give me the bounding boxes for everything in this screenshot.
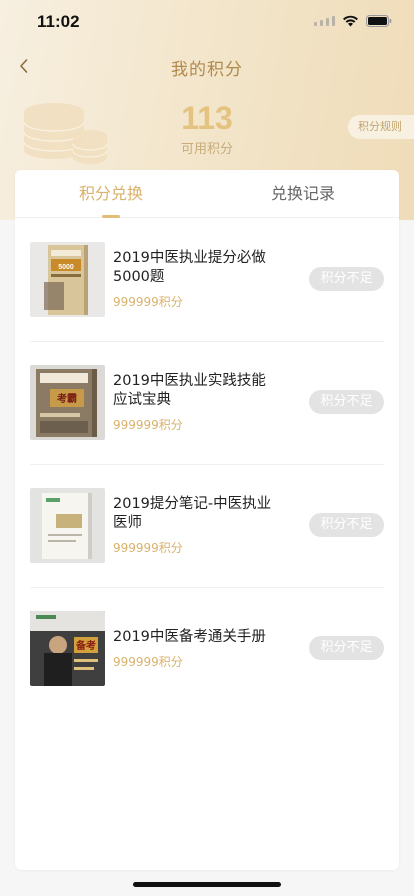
points-label: 可用积分 xyxy=(180,142,233,157)
home-indicator xyxy=(133,882,281,887)
navigation-bar: 我的积分 xyxy=(0,44,414,88)
book-cover-image: 备考 xyxy=(30,611,105,686)
list-item[interactable]: 2019提分笔记-中医执业医师 999999积分 积分不足 xyxy=(15,464,399,587)
item-points: 999999积分 xyxy=(113,541,183,555)
signal-icon xyxy=(314,16,335,26)
status-icons xyxy=(314,15,392,27)
book-cover-image: 考霸 xyxy=(30,365,105,440)
item-points: 999999积分 xyxy=(113,295,183,309)
list-item[interactable]: 5000 2019中医执业提分必做5000题 999999积分 积分不足 xyxy=(15,218,399,341)
tab-label: 积分兑换 xyxy=(78,184,143,203)
status-time: 11:02 xyxy=(37,12,80,31)
item-points: 999999积分 xyxy=(113,418,183,432)
status-bar: 11:02 xyxy=(0,0,414,44)
insufficient-points-button[interactable]: 积分不足 xyxy=(309,267,384,291)
tab-points-exchange[interactable]: 积分兑换 xyxy=(15,170,207,218)
svg-text:考霸: 考霸 xyxy=(57,392,77,405)
product-list: 5000 2019中医执业提分必做5000题 999999积分 积分不足 考霸 xyxy=(15,218,399,710)
page-title: 我的积分 xyxy=(171,60,243,80)
content-card: 积分兑换 兑换记录 5000 2019中医执业提分必做5000题 999999积… xyxy=(15,170,399,870)
tab-label: 兑换记录 xyxy=(270,184,335,203)
tab-exchange-records[interactable]: 兑换记录 xyxy=(207,170,399,217)
wifi-icon xyxy=(342,15,359,27)
list-item[interactable]: 备考 2019中医备考通关手册 999999积分 积分不足 xyxy=(15,587,399,710)
svg-text:备考: 备考 xyxy=(75,639,96,652)
insufficient-points-button[interactable]: 积分不足 xyxy=(309,513,384,537)
tab-bar: 积分兑换 兑换记录 xyxy=(15,170,399,218)
item-points: 999999积分 xyxy=(113,655,183,669)
battery-icon xyxy=(366,15,392,27)
insufficient-points-button[interactable]: 积分不足 xyxy=(309,636,384,660)
insufficient-points-button[interactable]: 积分不足 xyxy=(309,390,384,414)
item-title: 2019中医执业提分必做5000题 xyxy=(113,250,266,285)
item-title: 2019提分笔记-中医执业医师 xyxy=(113,496,272,531)
points-rules-button[interactable]: 积分规则 xyxy=(348,115,414,139)
list-item[interactable]: 考霸 2019中医执业实践技能应试宝典 999999积分 积分不足 xyxy=(15,341,399,464)
book-cover-image: 5000 xyxy=(30,242,105,317)
item-title: 2019中医执业实践技能应试宝典 xyxy=(113,373,266,408)
book-cover-image xyxy=(30,488,105,563)
item-title: 2019中医备考通关手册 xyxy=(113,629,266,645)
svg-text:5000: 5000 xyxy=(58,264,74,271)
